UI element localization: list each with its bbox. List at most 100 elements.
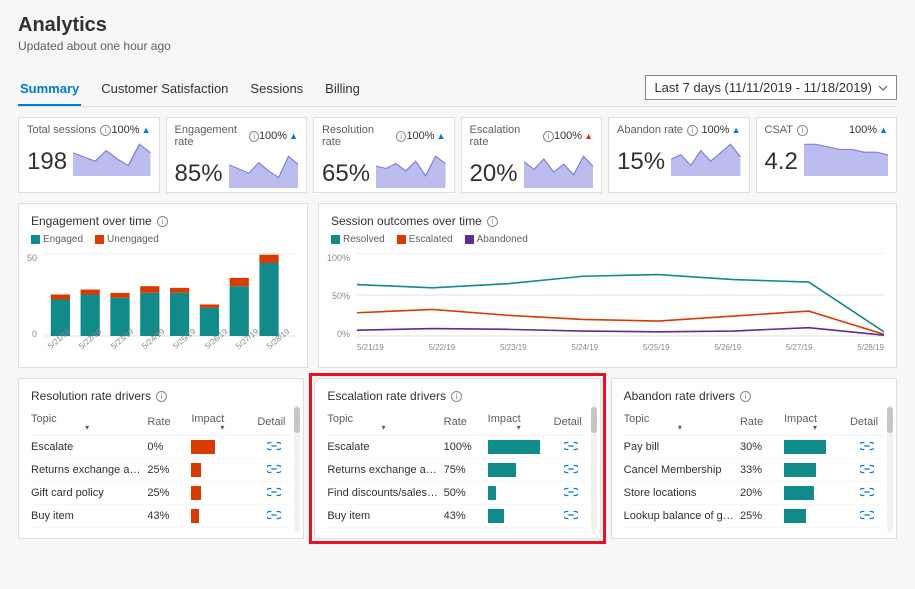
trend-up-icon: ▲ xyxy=(732,125,741,135)
col-detail[interactable]: Detail xyxy=(554,416,588,428)
kpi-value: 85% xyxy=(175,160,223,188)
kpi-sparkline xyxy=(229,152,298,188)
col-topic[interactable]: Topic▾ xyxy=(31,413,143,431)
table-row: Escalate 0% xyxy=(31,436,291,459)
kpi-value: 198 xyxy=(27,148,67,176)
detail-link-icon[interactable] xyxy=(257,510,291,523)
impact-bar xyxy=(784,509,846,523)
kpi-label: Escalation rate xyxy=(470,124,540,148)
info-icon[interactable]: i xyxy=(157,216,168,227)
detail-link-icon[interactable] xyxy=(850,510,884,523)
rate-cell: 25% xyxy=(147,464,187,476)
drivers-row: Resolution rate driversi Topic▾ Rate Imp… xyxy=(18,378,897,539)
info-icon[interactable]: i xyxy=(687,125,698,136)
table-row: Escalate 100% xyxy=(327,436,587,459)
kpi-value: 20% xyxy=(470,160,518,188)
info-icon[interactable]: i xyxy=(100,125,111,136)
tab-summary[interactable]: Summary xyxy=(18,75,81,106)
table-header: Topic▾ Rate Impact▾ Detail xyxy=(327,409,587,436)
impact-bar xyxy=(784,486,846,500)
detail-link-icon[interactable] xyxy=(554,464,588,477)
rate-cell: 100% xyxy=(444,441,484,453)
kpi-sparkline xyxy=(73,140,150,176)
rate-cell: 0% xyxy=(147,441,187,453)
tab-sessions[interactable]: Sessions xyxy=(248,75,305,106)
scrollbar[interactable] xyxy=(294,405,300,532)
table-header: Topic▾ Rate Impact▾ Detail xyxy=(31,409,291,436)
rate-cell: 43% xyxy=(147,510,187,522)
col-detail[interactable]: Detail xyxy=(850,416,884,428)
topic-cell: Pay bill xyxy=(624,441,736,453)
col-impact[interactable]: Impact▾ xyxy=(191,413,253,431)
engagement-legend: Engaged Unengaged xyxy=(31,234,295,245)
detail-link-icon[interactable] xyxy=(554,487,588,500)
rate-cell: 75% xyxy=(444,464,484,476)
detail-link-icon[interactable] xyxy=(850,487,884,500)
detail-link-icon[interactable] xyxy=(257,464,291,477)
detail-link-icon[interactable] xyxy=(257,487,291,500)
topic-cell: Escalate xyxy=(327,441,439,453)
detail-link-icon[interactable] xyxy=(554,510,588,523)
kpi-percent: 100% xyxy=(111,124,139,136)
table-row: Returns exchange and re... 25% xyxy=(31,459,291,482)
date-range-picker[interactable]: Last 7 days (11/11/2019 - 11/18/2019) xyxy=(645,75,897,100)
rate-cell: 43% xyxy=(444,510,484,522)
kpi-percent: 100% xyxy=(406,130,434,142)
kpi-value: 4.2 xyxy=(765,148,798,176)
table-header: Topic▾ Rate Impact▾ Detail xyxy=(624,409,884,436)
kpi-percent: 100% xyxy=(701,124,729,136)
table-row: Pay bill 30% xyxy=(624,436,884,459)
rate-cell: 25% xyxy=(147,487,187,499)
topic-cell: Cancel Membership xyxy=(624,464,736,476)
table-row: Buy item 43% xyxy=(327,505,587,528)
info-icon[interactable]: i xyxy=(543,131,554,142)
tab-billing[interactable]: Billing xyxy=(323,75,362,106)
info-icon[interactable]: i xyxy=(451,391,462,402)
info-icon[interactable]: i xyxy=(156,391,167,402)
col-rate[interactable]: Rate xyxy=(147,416,187,428)
info-icon[interactable]: i xyxy=(249,131,259,142)
col-rate[interactable]: Rate xyxy=(444,416,484,428)
impact-bar xyxy=(488,440,550,454)
col-detail[interactable]: Detail xyxy=(257,416,291,428)
impact-bar xyxy=(488,486,550,500)
kpi-value: 65% xyxy=(322,160,370,188)
kpi-percent: 100% xyxy=(259,130,287,142)
col-rate[interactable]: Rate xyxy=(740,416,780,428)
trend-up-icon: ▲ xyxy=(584,131,593,141)
col-topic[interactable]: Topic▾ xyxy=(624,413,736,431)
kpi-card: CSATi 100%▲ 4.2 xyxy=(756,117,898,193)
impact-bar xyxy=(784,440,846,454)
col-impact[interactable]: Impact▾ xyxy=(784,413,846,431)
kpi-card: Escalation ratei 100%▲ 20% xyxy=(461,117,603,193)
page-title: Analytics xyxy=(18,14,897,37)
date-range-label: Last 7 days (11/11/2019 - 11/18/2019) xyxy=(654,80,872,95)
kpi-label: Resolution rate xyxy=(322,124,392,148)
detail-link-icon[interactable] xyxy=(257,441,291,454)
table-row: Returns exchange and r... 75% xyxy=(327,459,587,482)
tab-customer-satisfaction[interactable]: Customer Satisfaction xyxy=(99,75,230,106)
topic-cell: Store locations xyxy=(624,487,736,499)
tabs-row: Summary Customer Satisfaction Sessions B… xyxy=(18,75,897,107)
outcomes-y-axis: 100% 50% 0% xyxy=(327,253,350,339)
info-icon[interactable]: i xyxy=(487,216,498,227)
impact-bar xyxy=(191,440,253,454)
detail-link-icon[interactable] xyxy=(850,441,884,454)
impact-bar xyxy=(191,486,253,500)
scrollbar[interactable] xyxy=(887,405,893,532)
info-icon[interactable]: i xyxy=(797,125,808,136)
scrollbar[interactable] xyxy=(591,405,597,532)
kpi-value: 15% xyxy=(617,148,665,176)
kpi-card: Total sessionsi 100%▲ 198 xyxy=(18,117,160,193)
detail-link-icon[interactable] xyxy=(554,441,588,454)
kpi-card: Engagement ratei 100%▲ 85% xyxy=(166,117,308,193)
engagement-y-axis: 50 0 xyxy=(27,253,37,339)
col-topic[interactable]: Topic▾ xyxy=(327,413,439,431)
info-icon[interactable]: i xyxy=(396,131,407,142)
page-subtitle: Updated about one hour ago xyxy=(18,39,897,53)
info-icon[interactable]: i xyxy=(740,391,751,402)
col-impact[interactable]: Impact▾ xyxy=(488,413,550,431)
engagement-title: Engagement over time i xyxy=(31,214,295,228)
topic-cell: Find discounts/sales/de... xyxy=(327,487,439,499)
detail-link-icon[interactable] xyxy=(850,464,884,477)
